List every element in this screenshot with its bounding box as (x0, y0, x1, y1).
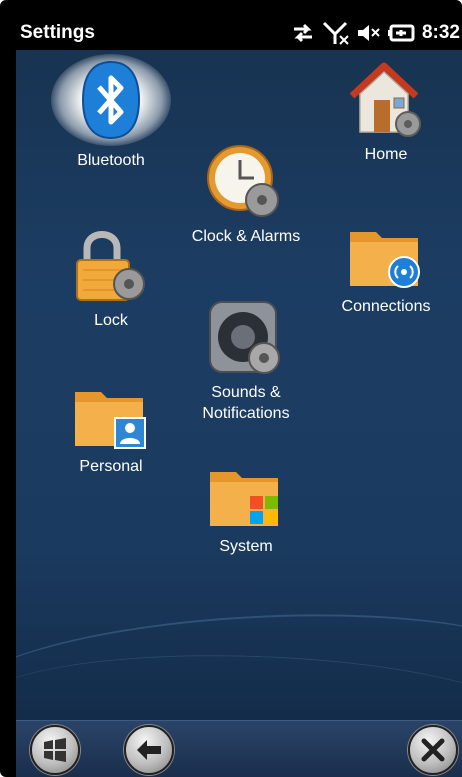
tile-lock[interactable]: Lock (66, 226, 156, 331)
personal-icon (71, 384, 151, 452)
tile-personal-label: Personal (79, 458, 143, 475)
status-bar: Settings 8:32 (16, 16, 462, 50)
clock-icon (204, 138, 288, 222)
tile-system-label: System (219, 538, 273, 555)
system-icon (206, 464, 286, 532)
tile-personal[interactable]: Personal (66, 384, 156, 477)
tile-sounds[interactable]: Sounds & Notifications (181, 298, 311, 424)
speaker-muted-icon (356, 22, 382, 44)
windows-logo-icon (44, 738, 66, 762)
speaker-icon (206, 298, 286, 378)
tile-sounds-label-1: Sounds & (211, 384, 281, 401)
sync-arrows-icon (290, 22, 316, 44)
lock-icon (71, 226, 151, 306)
device-frame: Settings 8:32 Bluetooth Home Clock & Ala… (0, 0, 462, 777)
page-title: Settings (20, 22, 95, 43)
tile-connections-label: Connections (341, 298, 431, 315)
tile-sounds-label-2: Notifications (202, 405, 290, 422)
tile-home-label: Home (364, 146, 408, 163)
settings-screen: Settings 8:32 Bluetooth Home Clock & Ala… (16, 16, 462, 777)
tile-system[interactable]: System (191, 464, 301, 557)
bottom-app-bar (16, 720, 462, 777)
tile-connections[interactable]: Connections (331, 224, 441, 317)
back-arrow-icon (137, 740, 161, 760)
signal-off-icon (322, 20, 350, 46)
tile-clock[interactable]: Clock & Alarms (181, 138, 311, 247)
close-button[interactable] (408, 725, 458, 775)
battery-charging-icon (387, 22, 416, 44)
back-button[interactable] (124, 725, 174, 775)
status-icons: 8:32 (290, 16, 460, 50)
bluetooth-icon (46, 54, 176, 146)
tile-lock-label: Lock (94, 312, 128, 329)
close-icon (421, 738, 445, 762)
tile-bluetooth-label: Bluetooth (77, 152, 145, 169)
home-icon (346, 58, 426, 140)
tile-home[interactable]: Home (331, 58, 441, 165)
clock-time: 8:32 (421, 22, 460, 43)
tile-bluetooth[interactable]: Bluetooth (46, 54, 176, 171)
tile-clock-label: Clock & Alarms (191, 228, 301, 245)
connections-icon (346, 224, 426, 292)
start-button[interactable] (30, 725, 80, 775)
